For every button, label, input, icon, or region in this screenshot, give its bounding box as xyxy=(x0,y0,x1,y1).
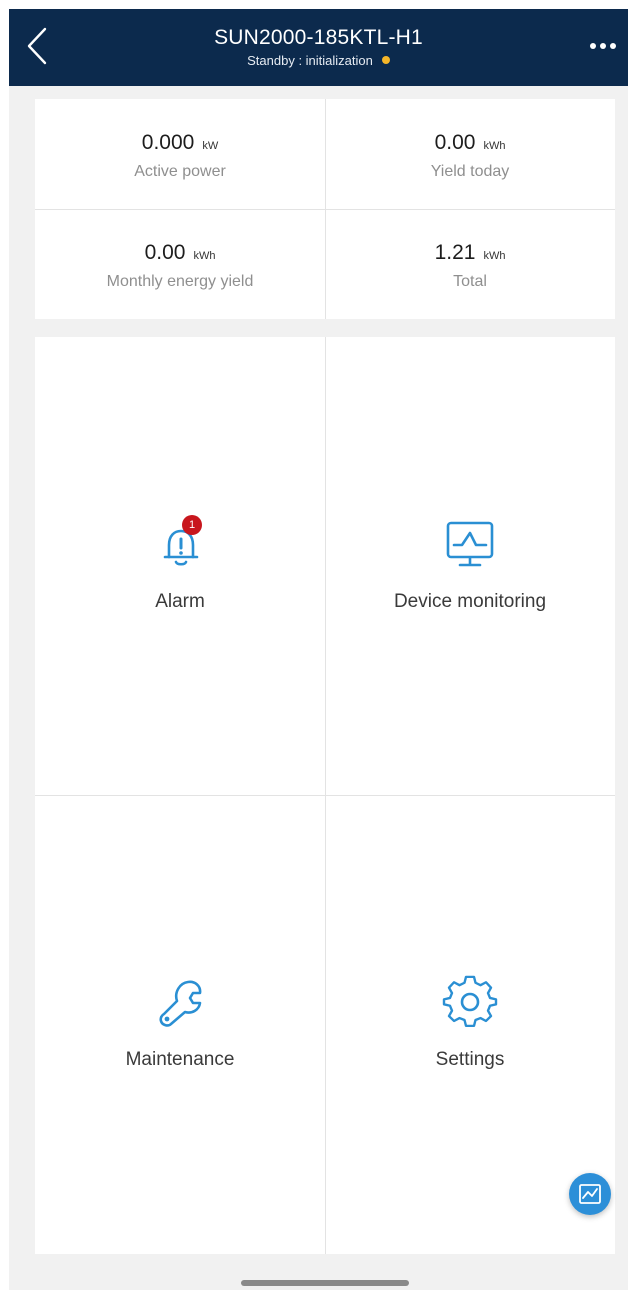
trend-chart-button[interactable] xyxy=(569,1173,611,1215)
stat-value: 1.21 xyxy=(434,241,476,264)
more-options-button[interactable] xyxy=(588,37,618,55)
stat-total: 1.21 kWh Total xyxy=(325,209,615,319)
more-dots-icon xyxy=(590,43,596,49)
divider xyxy=(35,795,615,796)
tile-label-maintenance: Maintenance xyxy=(125,1049,235,1070)
device-screen: SUN2000-185KTL-H1 Standby : initializati… xyxy=(9,9,628,1290)
stat-unit: kWh xyxy=(483,140,506,152)
divider xyxy=(35,209,615,210)
menu-tile-alarm[interactable]: 1 Alarm xyxy=(35,337,325,795)
stat-label: Active power xyxy=(134,163,226,180)
stat-value: 0.000 xyxy=(141,131,195,154)
stat-active-power: 0.000 kW Active power xyxy=(35,99,325,209)
monitor-icon xyxy=(446,521,494,567)
status-text: Standby : initialization xyxy=(247,53,373,68)
home-indicator[interactable] xyxy=(241,1280,409,1286)
stat-monthly-yield: 0.00 kWh Monthly energy yield xyxy=(35,209,325,319)
tile-label-alarm: Alarm xyxy=(155,591,205,612)
device-title: SUN2000-185KTL-H1 xyxy=(214,26,423,49)
tile-label-settings: Settings xyxy=(435,1049,505,1070)
stat-yield-today: 0.00 kWh Yield today xyxy=(325,99,615,209)
gear-icon xyxy=(442,975,498,1028)
status-dot xyxy=(381,56,390,64)
tile-label-device-monitoring: Device monitoring xyxy=(393,591,547,612)
stat-unit: kW xyxy=(202,140,219,152)
stat-label: Total xyxy=(453,273,487,290)
stat-unit: kWh xyxy=(193,250,216,262)
trend-chart-icon xyxy=(579,1184,601,1204)
menu-tile-device-monitoring[interactable]: Device monitoring xyxy=(325,337,615,795)
stat-label: Yield today xyxy=(430,163,510,180)
wrench-icon xyxy=(159,980,202,1027)
stat-value: 0.00 xyxy=(434,131,476,154)
alarm-count-badge: 1 xyxy=(182,515,202,535)
device-status: Standby : initialization xyxy=(9,53,628,68)
menu-tile-maintenance[interactable]: Maintenance xyxy=(35,796,325,1254)
stat-value: 0.00 xyxy=(144,241,186,264)
stat-label: Monthly energy yield xyxy=(106,273,254,290)
stats-card: 0.000 kW Active power 0.00 kWh Yield today… xyxy=(35,99,615,319)
stat-unit: kWh xyxy=(483,250,506,262)
menu-grid: 1 Alarm Device monitoring Maintenance Se… xyxy=(35,337,615,1254)
app-header: SUN2000-185KTL-H1 Standby : initializati… xyxy=(9,9,628,86)
